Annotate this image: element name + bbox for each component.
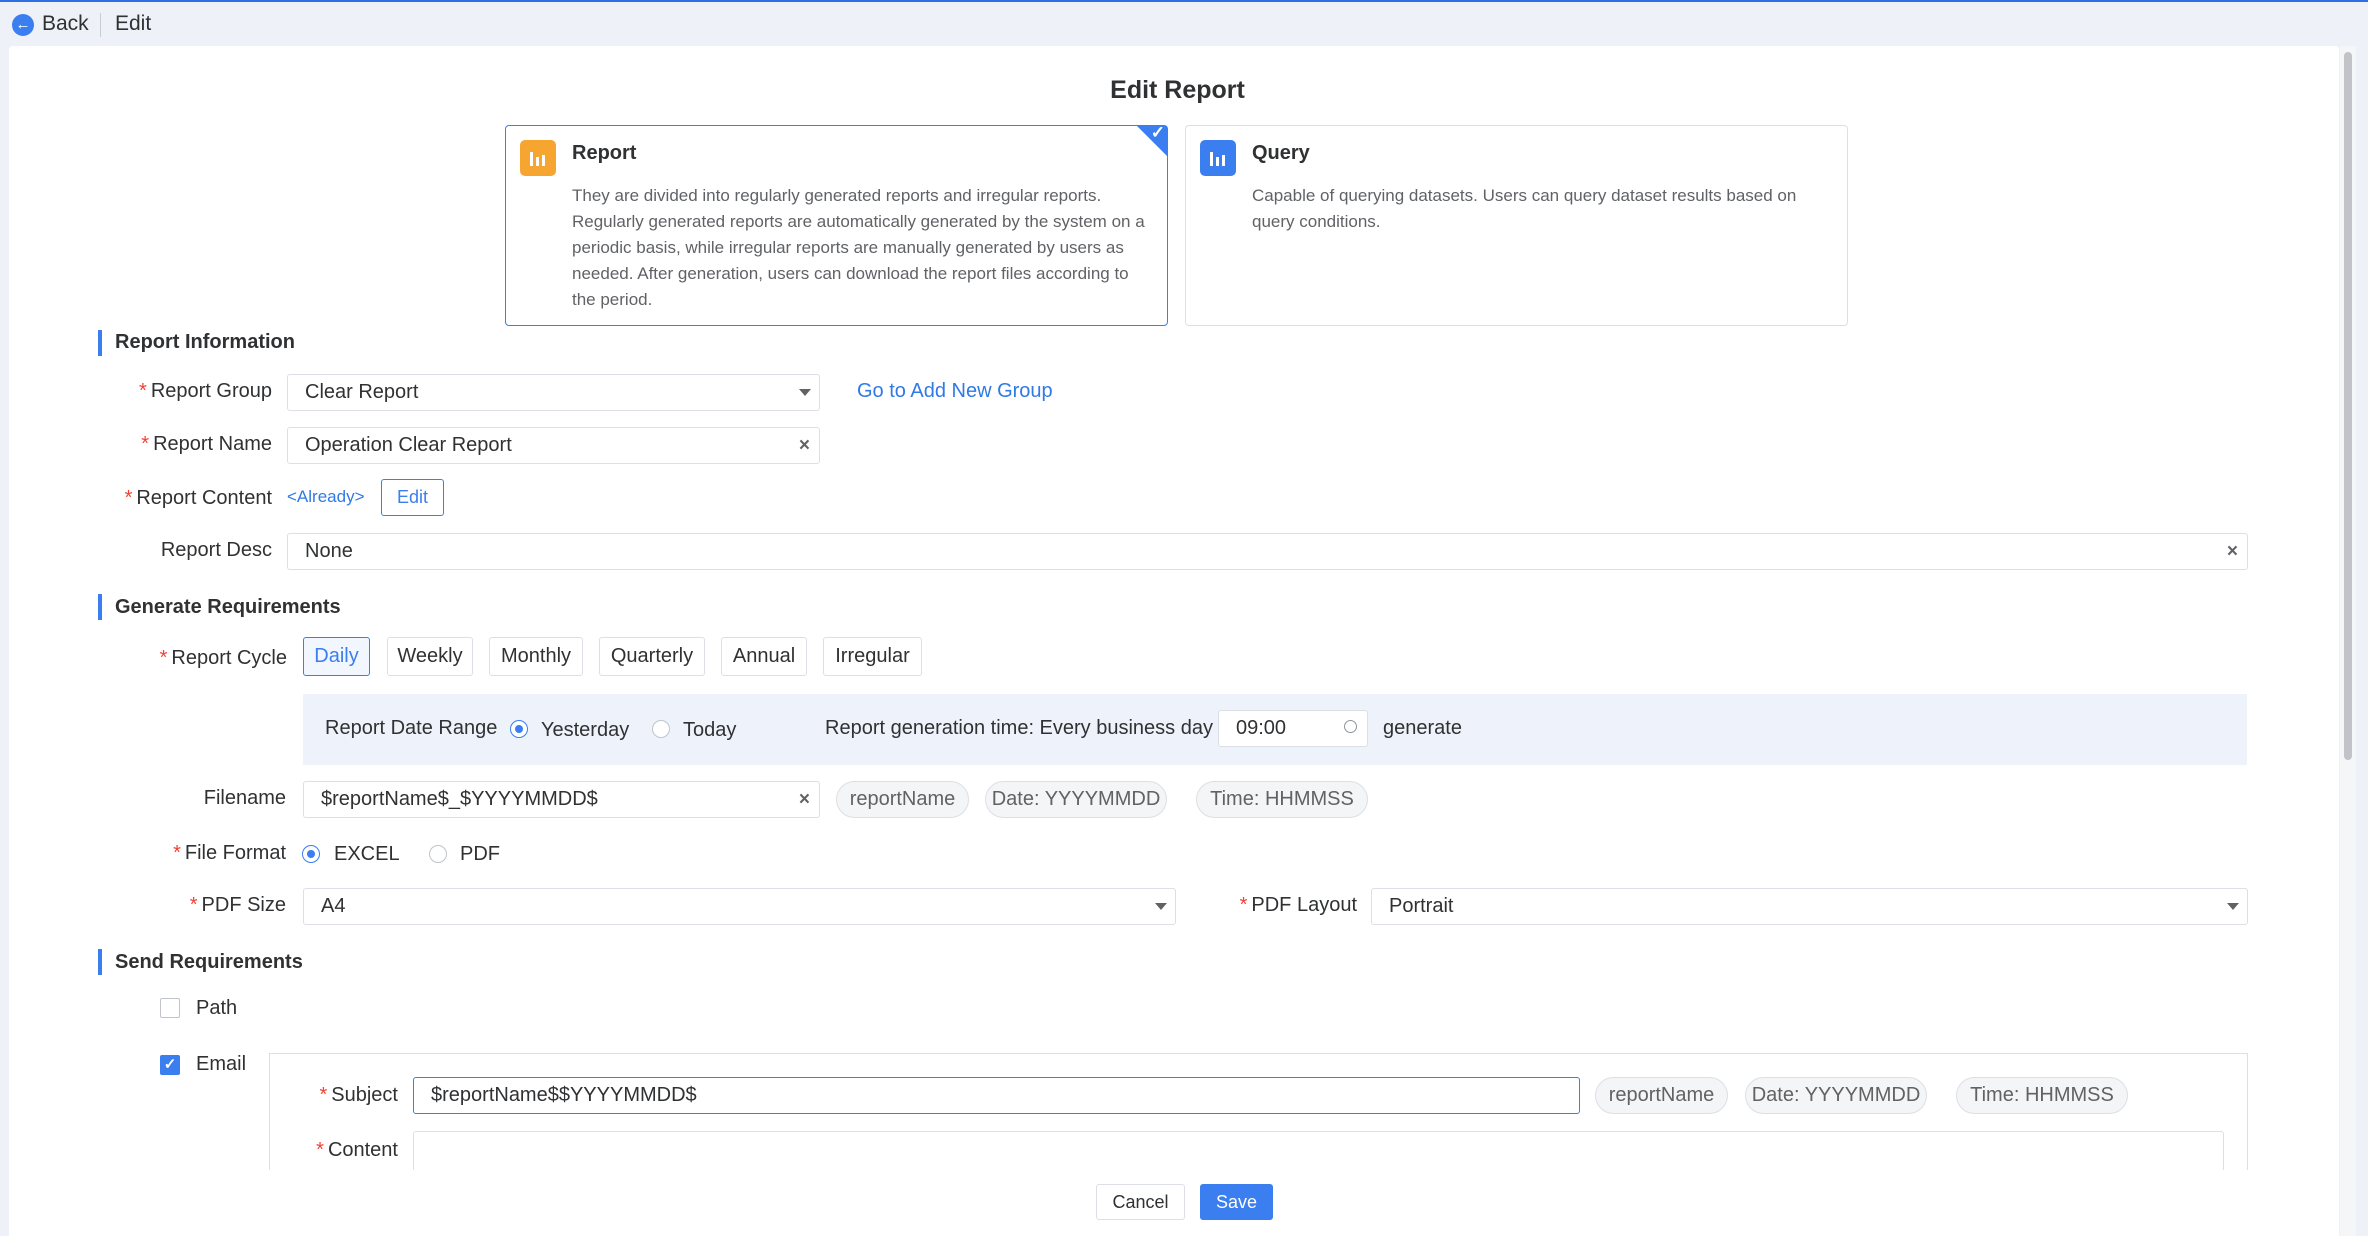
page-title: Edit Report — [1110, 76, 1245, 104]
pdf-layout-select[interactable]: Portrait — [1371, 888, 2248, 925]
path-label[interactable]: Path — [196, 997, 237, 1020]
generate-requirements-title: Generate Requirements — [115, 596, 341, 618]
check-icon: ✓ — [1150, 123, 1165, 142]
breadcrumb-edit: Edit — [115, 12, 152, 35]
save-button[interactable]: Save — [1200, 1184, 1273, 1220]
file-format-label: * File Format — [173, 842, 286, 864]
chevron-down-icon — [2227, 903, 2239, 910]
clear-icon[interactable]: × — [799, 782, 810, 817]
cancel-button[interactable]: Cancel — [1096, 1184, 1185, 1220]
section-marker — [98, 594, 102, 620]
report-card-title: Report — [572, 142, 637, 164]
clear-icon[interactable]: × — [2227, 534, 2238, 569]
report-group-select[interactable]: Clear Report — [287, 374, 820, 411]
query-type-card[interactable]: Query Capable of querying datasets. User… — [1185, 125, 1848, 326]
filename-label: Filename — [203, 787, 286, 809]
cycle-weekly-button[interactable]: Weekly — [387, 637, 473, 676]
report-content-edit-button[interactable]: Edit — [381, 479, 444, 516]
send-requirements-title: Send Requirements — [115, 951, 303, 973]
tag-time[interactable]: Time: HHMMSS — [1196, 781, 1368, 818]
report-type-card[interactable]: Report They are divided into regularly g… — [505, 123, 1168, 326]
clock-icon — [1344, 720, 1357, 733]
subject-tag-time[interactable]: Time: HHMMSS — [1956, 1077, 2128, 1114]
pdf-layout-label: * PDF Layout — [1239, 894, 1357, 916]
cycle-irregular-button[interactable]: Irregular — [823, 637, 922, 676]
report-group-label: * Report Group — [139, 380, 272, 402]
subject-tag-report-name[interactable]: reportName — [1595, 1077, 1728, 1114]
pdf-size-select[interactable]: A4 — [303, 888, 1176, 925]
tag-report-name[interactable]: reportName — [836, 781, 969, 818]
today-label[interactable]: Today — [683, 719, 736, 742]
subject-tag-date[interactable]: Date: YYYYMMDD — [1745, 1077, 1927, 1114]
report-name-label: * Report Name — [141, 433, 272, 455]
radio-excel[interactable] — [302, 845, 320, 863]
bar-chart-icon — [520, 140, 556, 176]
subject-label: * Subject — [319, 1084, 398, 1106]
radio-pdf[interactable] — [429, 845, 447, 863]
cycle-daily-button[interactable]: Daily — [303, 637, 370, 676]
chevron-down-icon — [1155, 903, 1167, 910]
bar-chart-icon — [1200, 140, 1236, 176]
back-link[interactable]: Back — [42, 12, 89, 36]
cycle-annual-button[interactable]: Annual — [721, 637, 807, 676]
query-card-description: Capable of querying datasets. Users can … — [1252, 186, 1797, 231]
cycle-monthly-button[interactable]: Monthly — [489, 637, 583, 676]
report-content-status: <Already> — [287, 487, 365, 506]
report-cycle-label: * Report Cycle — [159, 647, 287, 669]
scrollbar-thumb[interactable] — [2344, 52, 2352, 760]
path-checkbox[interactable] — [160, 998, 180, 1018]
generate-suffix: generate — [1383, 717, 1462, 739]
chevron-down-icon — [799, 389, 811, 396]
email-checkbox[interactable]: ✓ — [160, 1055, 180, 1075]
report-card-description: They are divided into regularly generate… — [572, 186, 1145, 309]
top-bar: ← Back Edit — [0, 0, 2368, 46]
yesterday-label[interactable]: Yesterday — [541, 719, 629, 742]
add-new-group-link[interactable]: Go to Add New Group — [857, 380, 1053, 403]
section-marker — [98, 330, 102, 356]
radio-today[interactable] — [652, 720, 670, 738]
report-content-label: * Report Content — [124, 487, 272, 509]
report-desc-input[interactable]: None × — [287, 533, 2248, 570]
topbar-divider — [100, 13, 101, 37]
clear-icon[interactable]: × — [799, 428, 810, 463]
report-information-title: Report Information — [115, 331, 295, 353]
generation-time-label: Report generation time: Every business d… — [825, 717, 1213, 739]
back-arrow-icon[interactable]: ← — [12, 14, 34, 36]
content-label: * Content — [316, 1139, 398, 1161]
subject-input[interactable]: $reportName$$YYYYMMDD$ — [413, 1077, 1580, 1114]
report-date-range-label: Report Date Range — [325, 717, 498, 739]
radio-yesterday[interactable] — [510, 720, 528, 738]
filename-input[interactable]: $reportName$_$YYYYMMDD$ × — [303, 781, 820, 818]
section-marker — [98, 949, 102, 975]
report-desc-label: Report Desc — [160, 539, 272, 561]
generation-time-picker[interactable]: 09:00 — [1218, 710, 1368, 747]
cycle-quarterly-button[interactable]: Quarterly — [599, 637, 705, 676]
pdf-size-label: * PDF Size — [189, 894, 286, 916]
excel-label[interactable]: EXCEL — [334, 843, 400, 866]
tag-date[interactable]: Date: YYYYMMDD — [985, 781, 1167, 818]
pdf-label[interactable]: PDF — [460, 843, 500, 866]
email-label[interactable]: Email — [196, 1053, 246, 1076]
report-name-input[interactable]: Operation Clear Report × — [287, 427, 820, 464]
query-card-title: Query — [1252, 142, 1310, 164]
